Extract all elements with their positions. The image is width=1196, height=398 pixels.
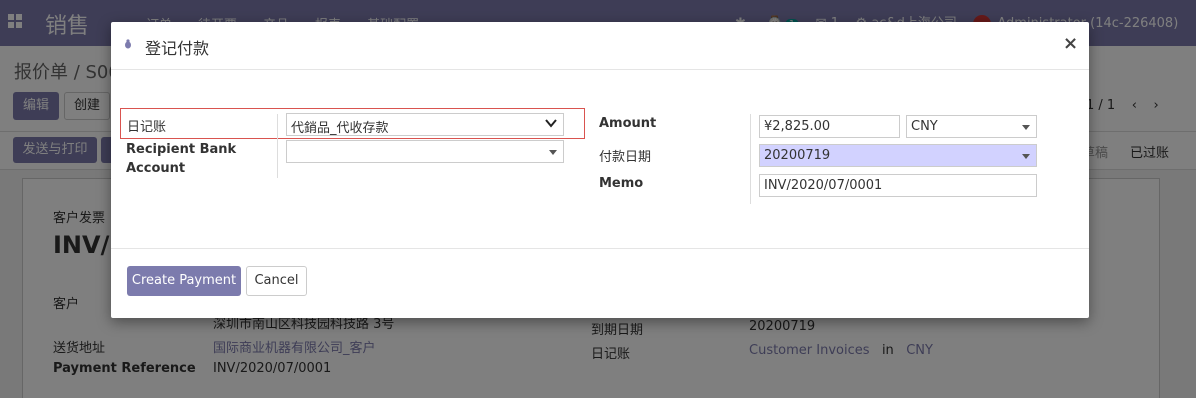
dialog-header: 登记付款 ×	[111, 22, 1089, 70]
caret-down-icon	[1022, 154, 1030, 159]
recipient-bank-label: Recipient Bank Account	[126, 142, 237, 176]
recipient-bank-select[interactable]	[286, 140, 564, 163]
cancel-button[interactable]: Cancel	[246, 266, 307, 296]
currency-select[interactable]: CNY	[906, 115, 1037, 138]
journal-select-value: 代銷品_代收存款	[291, 121, 389, 136]
create-payment-button[interactable]: Create Payment	[127, 266, 241, 296]
dialog-footer: Create Payment Cancel	[111, 248, 1089, 318]
close-icon[interactable]: ×	[1063, 33, 1078, 54]
bug-icon	[125, 39, 131, 49]
journal-label: 日记账	[127, 120, 167, 135]
register-payment-dialog: 登记付款 × 日记账 代銷品_代收存款 Recipient Bank Accou…	[111, 22, 1089, 318]
label-separator	[277, 114, 278, 178]
label-separator-right	[750, 114, 751, 204]
memo-input[interactable]: INV/2020/07/0001	[759, 174, 1037, 197]
amount-label: Amount	[599, 116, 657, 131]
dialog-title: 登记付款	[145, 39, 210, 58]
caret-down-icon	[1022, 125, 1030, 130]
caret-down-icon	[549, 150, 557, 155]
amount-input[interactable]: ¥2,825.00	[759, 115, 900, 138]
journal-select[interactable]: 代銷品_代收存款	[286, 113, 564, 136]
chevron-down-icon	[545, 119, 557, 128]
payment-date-label: 付款日期	[599, 150, 652, 165]
currency-value: CNY	[911, 119, 938, 134]
payment-date-value: 20200719	[764, 148, 831, 163]
payment-date-input[interactable]: 20200719	[759, 144, 1037, 167]
memo-label: Memo	[599, 176, 644, 191]
